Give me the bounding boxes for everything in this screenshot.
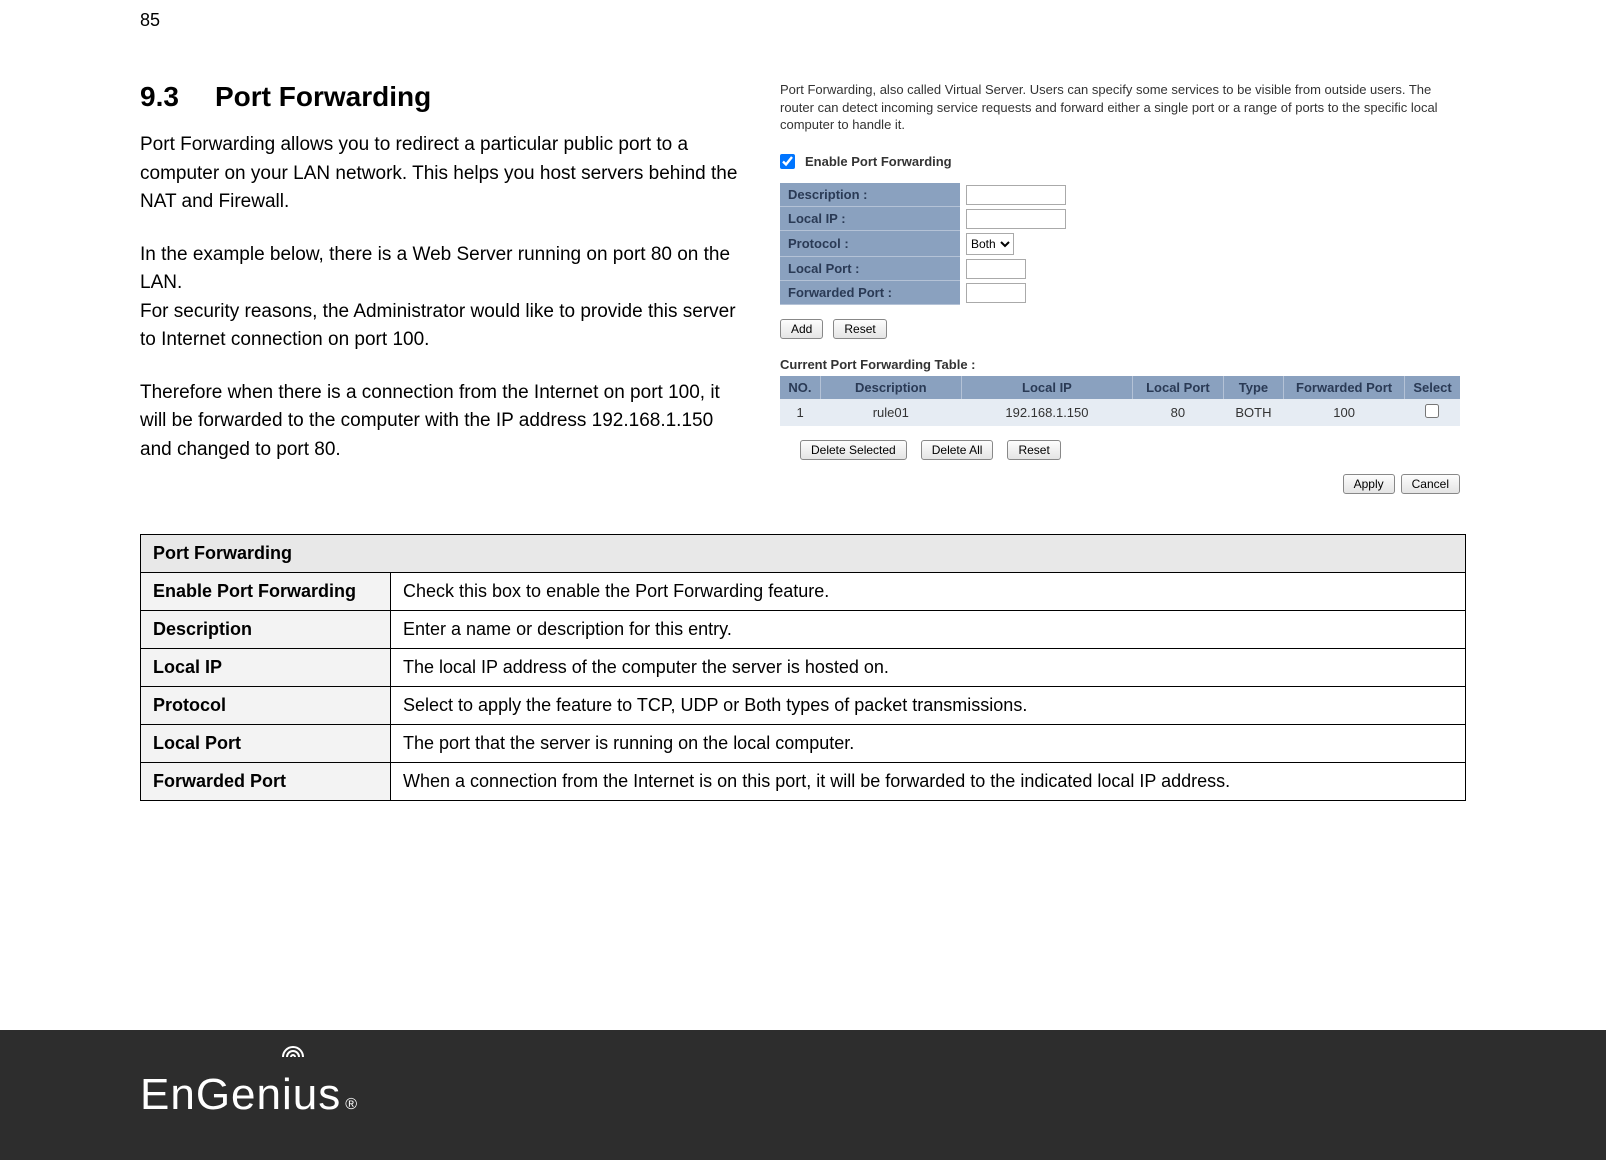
cell-local-port: 80 xyxy=(1133,399,1224,426)
section-heading: 9.3Port Forwarding xyxy=(140,81,750,113)
table-row: 1 rule01 192.168.1.150 80 BOTH 100 xyxy=(780,399,1460,426)
cell-description: rule01 xyxy=(820,399,961,426)
delete-all-button[interactable]: Delete All xyxy=(921,440,994,460)
desc-field-text: Select to apply the feature to TCP, UDP … xyxy=(391,687,1466,725)
cell-local-ip: 192.168.1.150 xyxy=(961,399,1132,426)
desc-field-name: Protocol xyxy=(141,687,391,725)
description-table: Port Forwarding Enable Port Forwarding C… xyxy=(140,534,1466,801)
apply-button[interactable]: Apply xyxy=(1343,474,1395,494)
label-forwarded-port: Forwarded Port : xyxy=(780,281,960,305)
brand-logo: EnGeni us® xyxy=(140,1070,358,1120)
th-forwarded-port: Forwarded Port xyxy=(1284,376,1405,399)
delete-selected-button[interactable]: Delete Selected xyxy=(800,440,907,460)
desc-field-text: The port that the server is running on t… xyxy=(391,725,1466,763)
footer: EnGeni us® xyxy=(0,1030,1606,1160)
desc-field-text: When a connection from the Internet is o… xyxy=(391,763,1466,801)
th-no: NO. xyxy=(780,376,820,399)
cell-forwarded-port: 100 xyxy=(1284,399,1405,426)
th-local-port: Local Port xyxy=(1133,376,1224,399)
current-port-forwarding-table: NO. Description Local IP Local Port Type… xyxy=(780,376,1460,426)
desc-field-text: Enter a name or description for this ent… xyxy=(391,611,1466,649)
cell-type: BOTH xyxy=(1223,399,1283,426)
enable-port-forwarding-label: Enable Port Forwarding xyxy=(805,154,952,169)
label-description: Description : xyxy=(780,183,960,207)
description-input[interactable] xyxy=(966,185,1066,205)
paragraph-3: Therefore when there is a connection fro… xyxy=(140,379,750,465)
desc-field-text: The local IP address of the computer the… xyxy=(391,649,1466,687)
reset-table-button[interactable]: Reset xyxy=(1007,440,1060,460)
label-protocol: Protocol : xyxy=(780,231,960,257)
page-number: 85 xyxy=(140,10,1466,31)
current-table-title: Current Port Forwarding Table : xyxy=(780,357,1460,372)
paragraph-1: Port Forwarding allows you to redirect a… xyxy=(140,131,750,217)
th-description: Description xyxy=(820,376,961,399)
screenshot-intro: Port Forwarding, also called Virtual Ser… xyxy=(780,81,1460,134)
local-port-input[interactable] xyxy=(966,259,1026,279)
protocol-select[interactable]: Both TCP UDP xyxy=(966,233,1014,255)
reset-button[interactable]: Reset xyxy=(833,319,886,339)
desc-field-name: Enable Port Forwarding xyxy=(141,573,391,611)
section-title-text: Port Forwarding xyxy=(215,81,431,112)
section-number: 9.3 xyxy=(140,81,215,113)
port-forwarding-form: Description : Local IP : Protocol : Both… xyxy=(780,183,1090,306)
local-ip-input[interactable] xyxy=(966,209,1066,229)
label-local-ip: Local IP : xyxy=(780,207,960,231)
label-local-port: Local Port : xyxy=(780,257,960,281)
config-screenshot: Port Forwarding, also called Virtual Ser… xyxy=(780,81,1460,494)
desc-field-name: Local IP xyxy=(141,649,391,687)
add-button[interactable]: Add xyxy=(780,319,823,339)
th-local-ip: Local IP xyxy=(961,376,1132,399)
wifi-icon xyxy=(280,1042,306,1060)
th-type: Type xyxy=(1223,376,1283,399)
row-select-checkbox[interactable] xyxy=(1425,404,1439,418)
cell-no: 1 xyxy=(780,399,820,426)
cancel-button[interactable]: Cancel xyxy=(1401,474,1460,494)
paragraph-2: In the example below, there is a Web Ser… xyxy=(140,241,750,355)
th-select: Select xyxy=(1405,376,1460,399)
forwarded-port-input[interactable] xyxy=(966,283,1026,303)
desc-field-name: Description xyxy=(141,611,391,649)
desc-table-title: Port Forwarding xyxy=(141,535,1466,573)
desc-field-name: Forwarded Port xyxy=(141,763,391,801)
enable-port-forwarding-checkbox[interactable] xyxy=(780,154,795,169)
desc-field-text: Check this box to enable the Port Forwar… xyxy=(391,573,1466,611)
desc-field-name: Local Port xyxy=(141,725,391,763)
